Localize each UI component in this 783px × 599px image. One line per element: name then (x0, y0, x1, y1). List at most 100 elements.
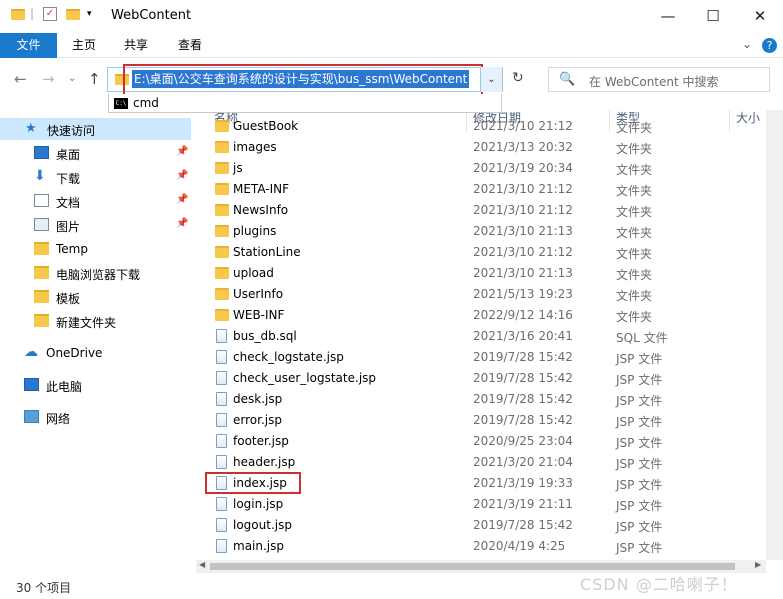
recent-locations-icon[interactable]: ⌄ (68, 73, 76, 84)
tab-home[interactable]: 主页 (72, 33, 96, 58)
file-date: 2021/3/16 20:41 (473, 329, 573, 343)
new-folder-icon[interactable] (66, 9, 80, 20)
tab-file[interactable]: 文件 (0, 33, 57, 58)
file-date: 2022/9/12 14:16 (473, 308, 573, 322)
cmd-icon: C:\ (114, 98, 128, 109)
file-date: 2021/5/13 19:23 (473, 287, 573, 301)
file-date: 2021/3/20 21:04 (473, 455, 573, 469)
sidebar-item[interactable]: 电脑浏览器下载 (0, 262, 191, 284)
file-name: check_logstate.jsp (233, 350, 344, 364)
file-date: 2021/3/13 20:32 (473, 140, 573, 154)
file-row[interactable]: check_user_logstate.jsp 2019/7/28 15:42 JS… (196, 368, 766, 389)
folder-icon (215, 267, 229, 279)
sidebar-item[interactable]: 模板 (0, 286, 191, 308)
properties-icon[interactable]: ✓ (43, 7, 57, 21)
file-name: login.jsp (233, 497, 284, 511)
file-row[interactable]: GuestBook 2021/3/10 21:12 文件夹 (196, 116, 766, 137)
scroll-right-icon[interactable]: ▶ (755, 560, 761, 569)
file-row[interactable]: check_logstate.jsp 2019/7/28 15:42 JSP 文件 (196, 347, 766, 368)
vertical-scrollbar[interactable] (766, 110, 783, 560)
sidebar-item[interactable]: ☁ OneDrive (0, 342, 191, 364)
minimize-button[interactable]: — (645, 0, 691, 32)
window-title: WebContent (111, 8, 192, 23)
tab-share[interactable]: 共享 (124, 33, 148, 58)
sidebar-item-label: 图片 (56, 220, 81, 234)
sidebar-item-label: 电脑浏览器下载 (56, 268, 141, 282)
file-name: NewsInfo (233, 203, 289, 217)
pin-icon[interactable]: 📌 (176, 194, 188, 205)
maximize-button[interactable]: ☐ (690, 0, 736, 32)
tab-view[interactable]: 查看 (178, 33, 202, 58)
file-row[interactable]: footer.jsp 2020/9/25 23:04 JSP 文件 (196, 431, 766, 452)
file-row[interactable]: StationLine 2021/3/10 21:12 文件夹 (196, 242, 766, 263)
file-row[interactable]: WEB-INF 2022/9/12 14:16 文件夹 (196, 305, 766, 326)
file-date: 2021/3/19 19:33 (473, 476, 573, 490)
ribbon-expand-icon[interactable]: ⌄ (742, 37, 752, 51)
sidebar-item[interactable]: 网络 (0, 406, 191, 428)
quick-access-dropdown-icon[interactable]: ▾ (87, 9, 92, 19)
file-row[interactable]: login.jsp 2021/3/19 21:11 JSP 文件 (196, 494, 766, 515)
file-row[interactable]: NewsInfo 2021/3/10 21:12 文件夹 (196, 200, 766, 221)
file-date: 2021/3/10 21:12 (473, 182, 573, 196)
file-row[interactable]: upload 2021/3/10 21:13 文件夹 (196, 263, 766, 284)
file-type: JSP 文件 (616, 373, 663, 387)
address-dropdown-icon[interactable]: ⌄ (480, 67, 502, 92)
file-row[interactable]: bus_db.sql 2021/3/16 20:41 SQL 文件 (196, 326, 766, 347)
file-row[interactable]: js 2021/3/19 20:34 文件夹 (196, 158, 766, 179)
file-row[interactable]: plugins 2021/3/10 21:13 文件夹 (196, 221, 766, 242)
file-type: JSP 文件 (616, 499, 663, 513)
folder-icon (215, 162, 229, 174)
up-button[interactable]: ↑ (88, 70, 101, 88)
file-icon (216, 497, 227, 511)
file-row[interactable]: images 2021/3/13 20:32 文件夹 (196, 137, 766, 158)
suggestion-item[interactable]: cmd (133, 96, 159, 110)
file-type: 文件夹 (616, 163, 653, 177)
pin-icon[interactable]: 📌 (176, 218, 188, 229)
pin-icon[interactable]: 📌 (176, 146, 188, 157)
refresh-button[interactable]: ↻ (512, 70, 524, 86)
sidebar-item[interactable]: ⬇ 下载 📌 (0, 166, 191, 188)
file-date: 2021/3/19 21:11 (473, 497, 573, 511)
sidebar-item[interactable]: ★ 快速访问 (0, 118, 191, 140)
forward-button[interactable]: → (42, 70, 55, 88)
file-row[interactable]: error.jsp 2019/7/28 15:42 JSP 文件 (196, 410, 766, 431)
folder-icon (215, 204, 229, 216)
file-row[interactable]: META-INF 2021/3/10 21:12 文件夹 (196, 179, 766, 200)
sidebar-item[interactable]: 文档 📌 (0, 190, 191, 212)
file-row[interactable]: main.jsp 2020/4/19 4:25 JSP 文件 (196, 536, 766, 557)
file-type: SQL 文件 (616, 331, 668, 345)
scrollbar-thumb[interactable] (210, 563, 735, 570)
status-item-count: 30 个项目 (16, 581, 72, 595)
file-type: JSP 文件 (616, 541, 663, 555)
scroll-left-icon[interactable]: ◀ (199, 560, 205, 569)
file-icon (216, 518, 227, 532)
file-row[interactable]: desk.jsp 2019/7/28 15:42 JSP 文件 (196, 389, 766, 410)
sidebar-item[interactable]: 图片 📌 (0, 214, 191, 236)
sidebar-item[interactable]: Temp (0, 238, 191, 260)
search-box[interactable]: 🔍 在 WebContent 中搜索 (548, 67, 770, 92)
desktop-icon (34, 146, 49, 159)
file-name: error.jsp (233, 413, 282, 427)
file-type: 文件夹 (616, 226, 653, 240)
sidebar-item-label: 快速访问 (47, 124, 96, 138)
file-row[interactable]: UserInfo 2021/5/13 19:23 文件夹 (196, 284, 766, 305)
file-icon (216, 413, 227, 427)
file-name: images (233, 140, 277, 154)
sidebar-item-label: Temp (56, 242, 88, 256)
back-button[interactable]: ← (14, 70, 27, 88)
help-icon[interactable]: ? (762, 38, 777, 53)
pin-icon[interactable]: 📌 (176, 170, 188, 181)
file-row[interactable]: logout.jsp 2019/7/28 15:42 JSP 文件 (196, 515, 766, 536)
sidebar-item[interactable]: 新建文件夹 (0, 310, 191, 332)
sidebar-item[interactable]: 此电脑 (0, 374, 191, 396)
folder-icon[interactable] (11, 9, 25, 20)
cloud-icon: ☁ (24, 344, 38, 360)
folder-icon (34, 290, 49, 303)
file-name: WEB-INF (233, 308, 285, 322)
download-icon: ⬇ (34, 168, 46, 184)
sidebar-item-label: 此电脑 (46, 380, 83, 394)
close-button[interactable]: ✕ (737, 0, 783, 32)
file-row[interactable]: header.jsp 2021/3/20 21:04 JSP 文件 (196, 452, 766, 473)
title-bar: | ✓ ▾ WebContent — ☐ ✕ (0, 0, 783, 33)
sidebar-item[interactable]: 桌面 📌 (0, 142, 191, 164)
